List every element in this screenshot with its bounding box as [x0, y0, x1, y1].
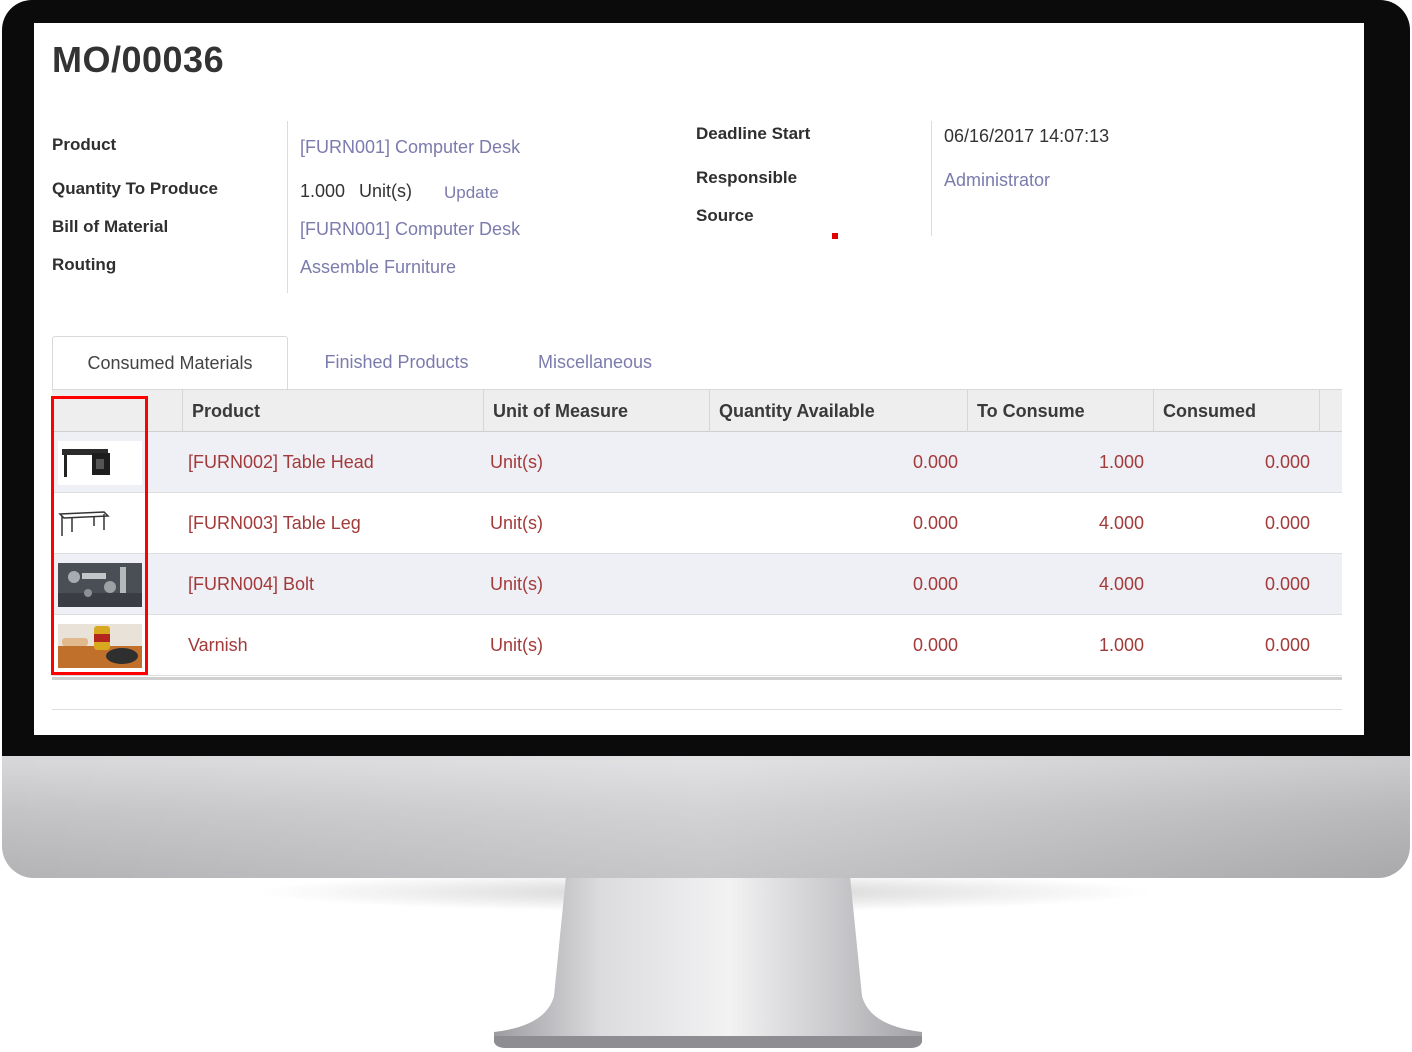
- header-to-consume[interactable]: To Consume: [967, 390, 1153, 432]
- row-qty-available: 0.000: [912, 574, 958, 594]
- screen: MO/00036 Product Quantity To Produce Bil…: [34, 23, 1364, 735]
- routing-link[interactable]: Assemble Furniture: [300, 257, 456, 278]
- deadline-label: Deadline Start: [696, 124, 811, 143]
- quantity-label: Quantity To Produce: [52, 179, 218, 198]
- row-to-consume: 1.000: [1098, 452, 1144, 472]
- row-uom: Unit(s): [490, 574, 543, 594]
- row-to-consume: 4.000: [1098, 574, 1144, 594]
- row-qty-available: 0.000: [912, 635, 958, 655]
- tab-consumed-materials[interactable]: Consumed Materials: [52, 336, 288, 390]
- row-to-consume: 4.000: [1098, 513, 1144, 533]
- table-row[interactable]: [FURN003] Table Leg Unit(s) 0.000 4.000 …: [52, 493, 1342, 554]
- table-row[interactable]: Varnish Unit(s) 0.000 1.000 0.000: [52, 615, 1342, 676]
- header-quantity-available[interactable]: Quantity Available: [709, 390, 967, 432]
- row-product[interactable]: [FURN004] Bolt: [188, 554, 314, 614]
- table-footer: [52, 677, 1342, 680]
- row-to-consume: 1.000: [1098, 635, 1144, 655]
- product-label: Product: [52, 135, 117, 154]
- header-product[interactable]: Product: [182, 390, 483, 432]
- responsible-link[interactable]: Administrator: [944, 170, 1050, 191]
- table-row[interactable]: [FURN004] Bolt Unit(s) 0.000 4.000 0.000: [52, 554, 1342, 615]
- row-uom: Unit(s): [490, 635, 543, 655]
- update-quantity-button[interactable]: Update: [444, 183, 499, 203]
- marker-dot: [832, 233, 838, 239]
- field-divider-left: [287, 121, 288, 293]
- tab-miscellaneous[interactable]: Miscellaneous: [520, 336, 670, 390]
- table-row[interactable]: [FURN002] Table Head Unit(s) 0.000 1.000…: [52, 432, 1342, 493]
- row-qty-available: 0.000: [912, 452, 958, 472]
- routing-label: Routing: [52, 255, 117, 274]
- bom-label: Bill of Material: [52, 217, 169, 236]
- row-consumed: 0.000: [1264, 513, 1310, 533]
- row-consumed: 0.000: [1264, 452, 1310, 472]
- row-uom: Unit(s): [490, 513, 543, 533]
- monitor-stand: [494, 876, 922, 1048]
- responsible-label: Responsible: [696, 168, 798, 187]
- bom-link[interactable]: [FURN001] Computer Desk: [300, 219, 520, 240]
- tab-finished-products[interactable]: Finished Products: [304, 336, 489, 390]
- image-column-highlight: [51, 396, 148, 675]
- row-product[interactable]: [FURN003] Table Leg: [188, 493, 361, 553]
- source-label: Source: [696, 206, 754, 225]
- table-header: Product Unit of Measure Quantity Availab…: [52, 389, 1342, 432]
- row-uom: Unit(s): [490, 452, 543, 472]
- row-qty-available: 0.000: [912, 513, 958, 533]
- header-unit-of-measure[interactable]: Unit of Measure: [483, 390, 709, 432]
- header-consumed[interactable]: Consumed: [1153, 390, 1319, 432]
- product-link[interactable]: [FURN001] Computer Desk: [300, 137, 520, 158]
- quantity-value: 1.000: [300, 181, 346, 201]
- row-consumed: 0.000: [1264, 574, 1310, 594]
- divider: [52, 709, 1342, 710]
- quantity-uom: Unit(s): [359, 181, 412, 201]
- record-title: MO/00036: [52, 39, 225, 80]
- field-divider-right: [931, 121, 932, 236]
- row-product[interactable]: [FURN002] Table Head: [188, 432, 374, 492]
- row-product[interactable]: Varnish: [188, 615, 248, 675]
- deadline-value: 06/16/2017 14:07:13: [944, 126, 1110, 146]
- row-consumed: 0.000: [1264, 635, 1310, 655]
